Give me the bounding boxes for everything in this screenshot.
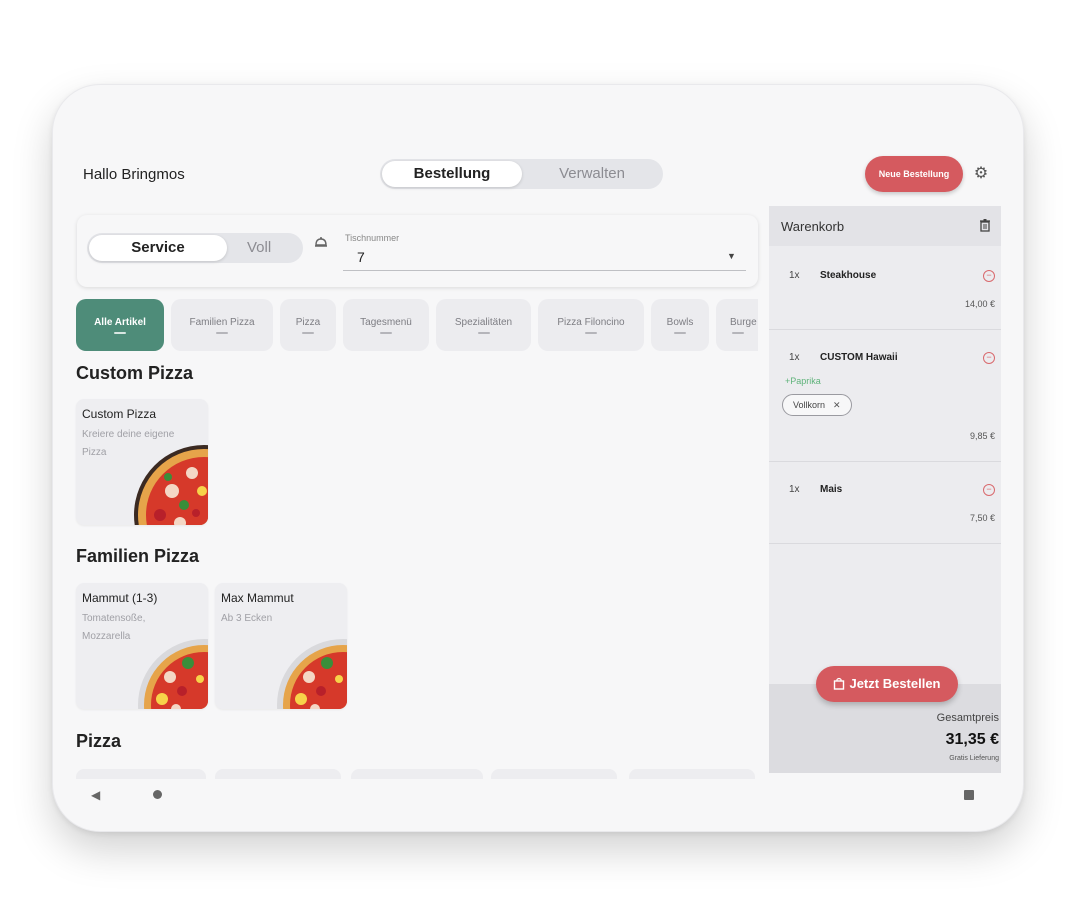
mode-voll[interactable]: Voll <box>227 233 303 263</box>
service-bell-icon <box>313 235 329 251</box>
cart-item-qty: 1x <box>789 484 800 495</box>
product-card[interactable] <box>215 769 341 779</box>
cart-item-extra: +Paprika <box>785 376 821 386</box>
tab-bestellung[interactable]: Bestellung <box>382 161 522 187</box>
section-title: Pizza <box>76 731 122 751</box>
product-description: Ab 3 Ecken <box>221 613 273 624</box>
total-value: 31,35 € <box>945 731 999 748</box>
cart-panel: Warenkorb 1x Steakhouse − 14,00 € 1x CUS… <box>769 206 1001 773</box>
cart-item-name: CUSTOM Hawaii <box>820 352 898 363</box>
cart-item: 1x Steakhouse − 14,00 € <box>769 246 1001 330</box>
mode-service[interactable]: Service <box>89 235 227 261</box>
remove-item-icon[interactable]: − <box>983 484 995 496</box>
remove-item-icon[interactable]: − <box>983 352 995 364</box>
trash-icon[interactable] <box>979 218 991 235</box>
cart-item: 1x CUSTOM Hawaii − +Paprika Vollkorn ✕ 9,… <box>769 330 1001 462</box>
cart-footer: Jetzt Bestellen Gesamtpreis 31,35 € Grat… <box>769 666 1001 773</box>
category-chip[interactable]: Alle Artikel <box>76 299 164 351</box>
category-chip[interactable]: Tagesmenü <box>343 299 429 351</box>
pizza-image <box>134 445 208 525</box>
cart-item-price: 7,50 € <box>969 513 995 523</box>
product-card[interactable] <box>491 769 617 779</box>
tab-verwalten[interactable]: Verwalten <box>522 159 662 189</box>
category-chip[interactable]: Bowls <box>651 299 709 351</box>
chevron-down-icon[interactable]: ▼ <box>727 251 736 261</box>
section-title: Familien Pizza <box>76 546 200 566</box>
category-chip[interactable]: Pizza Filoncino <box>538 299 644 351</box>
close-icon[interactable]: ✕ <box>833 400 841 410</box>
cart-item-name: Mais <box>820 484 843 495</box>
delivery-note: Gratis Lieferung <box>949 755 999 762</box>
cart-item-tag[interactable]: Vollkorn ✕ <box>782 394 852 416</box>
pizza-image <box>277 639 347 709</box>
product-card[interactable] <box>351 769 483 779</box>
section-title: Custom Pizza <box>76 363 194 383</box>
cart-item-qty: 1x <box>789 270 800 281</box>
product-card[interactable] <box>76 769 206 779</box>
cart-item-price: 9,85 € <box>969 431 995 441</box>
category-chip[interactable]: Spezialitäten <box>436 299 531 351</box>
tablet-frame: Hallo Bringmos Bestellung Verwalten Neue… <box>52 84 1024 832</box>
product-name: Custom Pizza <box>82 407 157 421</box>
order-options-card: Service Voll Tischnummer 7 ▼ <box>77 215 758 287</box>
new-order-button[interactable]: Neue Bestellung <box>865 156 963 192</box>
cart-title: Warenkorb <box>781 219 845 234</box>
home-icon[interactable] <box>153 790 162 799</box>
product-card[interactable]: Max Mammut Ab 3 Ecken <box>215 583 347 709</box>
cart-header: Warenkorb <box>769 206 1001 246</box>
pizza-image <box>138 639 208 709</box>
cart-item-name: Steakhouse <box>820 270 877 281</box>
category-bar: Alle Artikel Familien Pizza Pizza Tagesm… <box>76 299 758 353</box>
remove-item-icon[interactable]: − <box>983 270 995 282</box>
place-order-button[interactable]: Jetzt Bestellen <box>816 666 958 702</box>
greeting-text: Hallo Bringmos <box>83 166 185 183</box>
cart-item-qty: 1x <box>789 352 800 363</box>
table-number-underline <box>343 270 746 271</box>
total-label: Gesamtpreis <box>936 712 999 724</box>
back-icon[interactable]: ◀ <box>91 788 100 802</box>
category-chip[interactable]: Familien Pizza <box>171 299 273 351</box>
product-name: Mammut (1-3) <box>82 591 158 605</box>
gear-icon[interactable]: ⚙ <box>971 164 991 184</box>
category-chip[interactable]: Burge <box>716 299 758 351</box>
category-chip[interactable]: Pizza <box>280 299 336 351</box>
cart-item-price: 14,00 € <box>964 299 995 309</box>
main-tab-switch: Bestellung Verwalten <box>380 159 663 189</box>
product-card[interactable]: Custom Pizza Kreiere deine eigene Pizza <box>76 399 208 525</box>
table-number-label: Tischnummer <box>345 233 400 243</box>
cart-item: 1x Mais − 7,50 € <box>769 462 1001 544</box>
recent-apps-icon[interactable] <box>964 790 974 800</box>
shopping-bag-icon <box>834 677 845 690</box>
product-card[interactable]: Mammut (1-3) Tomatensoße, Mozzarella <box>76 583 208 709</box>
product-name: Max Mammut <box>221 591 294 605</box>
service-mode-switch: Service Voll <box>87 233 303 263</box>
product-card[interactable] <box>629 769 755 779</box>
table-number-select[interactable]: 7 <box>357 249 365 265</box>
